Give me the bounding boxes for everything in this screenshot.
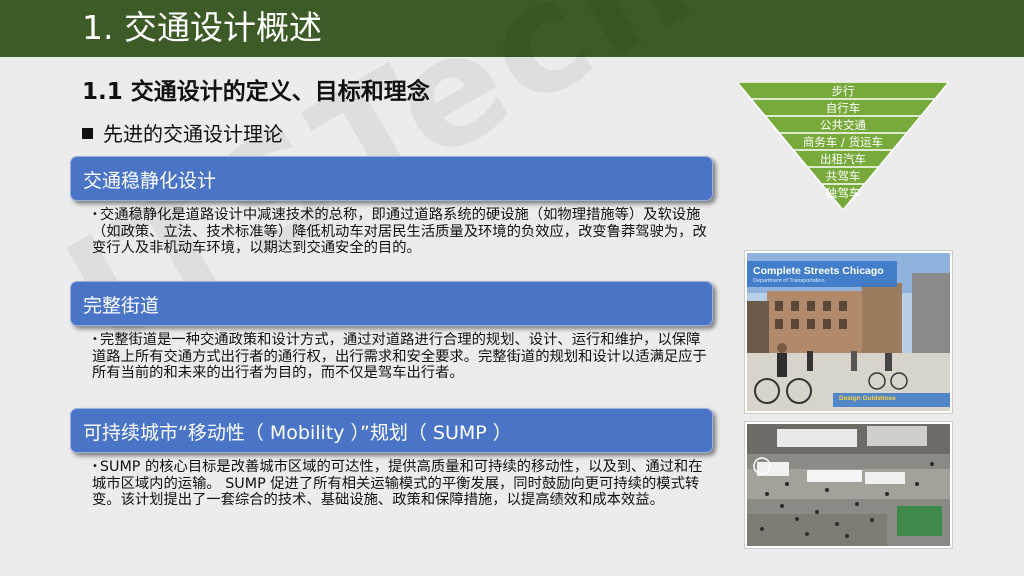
section-bar-sump: 可持续城市“移动性（ Mobility ）”规划（ SUMP ）: [70, 408, 713, 453]
section-bar-traffic-calming: 交通稳静化设计: [70, 156, 713, 201]
section-description: • SUMP 的核心目标是改善城市区域的可达性，提供高质量和可持续的移动性，以及到…: [92, 459, 712, 509]
subheading-text: 先进的交通设计理论: [103, 122, 283, 146]
subheading: 先进的交通设计理论: [82, 118, 283, 147]
section-title: 可持续城市“移动性（ Mobility ）”规划（ SUMP ）: [83, 422, 512, 444]
section-bar-complete-streets: 完整街道: [70, 281, 713, 326]
aerial-plaza-photo: [745, 422, 952, 548]
section-body: SUMP 的核心目标是改善城市区域的可达性，提供高质量和可持续的移动性，以及到、…: [92, 459, 703, 508]
pyramid-level: 步行: [832, 84, 855, 98]
pyramid-level: 共驾车: [826, 169, 861, 183]
pyramid-level: 自行车: [826, 101, 861, 115]
section-title: 完整街道: [83, 295, 160, 317]
bullet-icon: •: [92, 334, 98, 345]
section-body: 完整街道是一种交通政策和设计方式，通过对道路进行合理的规划、设计、运行和维护，以…: [92, 332, 707, 381]
complete-streets-chicago-photo: Complete Streets Chicago Department of T…: [745, 251, 952, 413]
slide-title-bar: 1. 交通设计概述: [0, 0, 1024, 57]
pyramid-level: 出租汽车: [820, 152, 866, 166]
bullet-icon: •: [92, 209, 98, 220]
photo-footer: Design Guidelines: [839, 395, 896, 402]
section-heading: 1.1 交通设计的定义、目标和理念: [82, 79, 430, 105]
slide-title: 1. 交通设计概述: [82, 8, 322, 47]
pyramid-level: 商务车 / 货运车: [803, 135, 883, 149]
photo-subtitle: Department of Transportation: [753, 278, 825, 284]
bullet-icon: •: [92, 461, 98, 472]
pyramid-level: 独驾车: [826, 186, 861, 200]
section-description: • 交通稳静化是道路设计中减速技术的总称，即通过道路系统的硬设施（如物理措施等）及…: [92, 207, 712, 257]
aerial-street-image: [747, 424, 950, 546]
pyramid-level: 公共交通: [820, 118, 866, 132]
square-bullet-icon: [82, 128, 93, 139]
photo-title: Complete Streets Chicago: [753, 265, 884, 277]
transport-hierarchy-pyramid: 步行 自行车 公共交通 商务车 / 货运车 出租汽车 共驾车 独驾车: [737, 82, 949, 210]
section-title: 交通稳静化设计: [83, 170, 217, 192]
section-description: • 完整街道是一种交通政策和设计方式，通过对道路进行合理的规划、设计、运行和维护，…: [92, 332, 712, 382]
section-body: 交通稳静化是道路设计中减速技术的总称，即通过道路系统的硬设施（如物理措施等）及软…: [92, 207, 707, 256]
